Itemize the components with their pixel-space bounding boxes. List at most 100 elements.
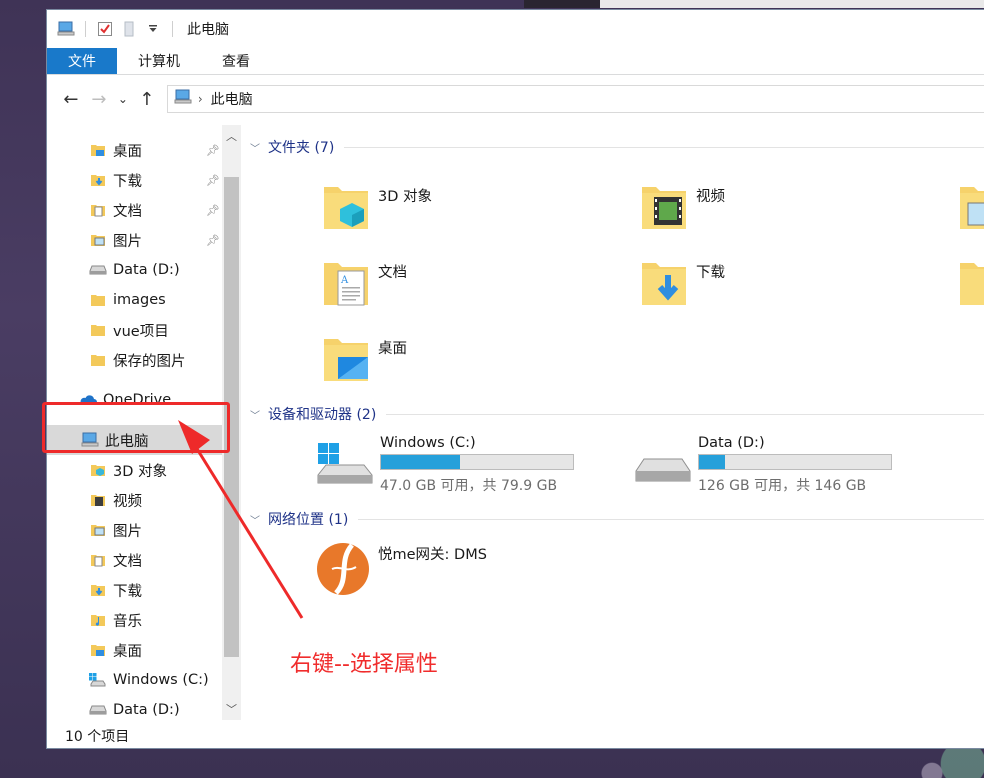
nav-item-downloads[interactable]: 下载 📌︎ — [47, 165, 222, 195]
drive-name: Data (D:) — [698, 435, 765, 451]
3d-objects-icon — [89, 461, 107, 479]
drive-usage-bar — [698, 454, 892, 470]
windows-drive-icon — [89, 671, 107, 689]
drive-tile-windows[interactable]: Windows (C:) 47.0 GB 可用，共 79.9 GB — [316, 435, 574, 495]
nav-item-label: images — [113, 292, 166, 308]
breadcrumb-this-pc[interactable]: 此电脑 — [211, 89, 253, 109]
tab-file[interactable]: 文件 — [47, 48, 117, 74]
nav-item-label: 保存的图片 — [113, 353, 186, 370]
group-header-network[interactable]: ﹀ 网络位置 (1) — [250, 509, 984, 529]
new-folder-icon[interactable] — [120, 20, 138, 38]
nav-item-label: 桌面 — [113, 143, 142, 160]
nav-item-saved-pictures[interactable]: 保存的图片 — [47, 345, 222, 375]
desktop-background-window — [600, 0, 984, 8]
pictures-folder-icon — [89, 521, 107, 539]
back-arrow-icon[interactable]: ← — [59, 87, 83, 111]
nav-item-label: 视频 — [113, 493, 142, 510]
annotation-text: 右键--选择属性 — [290, 652, 438, 677]
title-bar: 此电脑 — [47, 10, 984, 48]
nav-item-label: 图片 — [113, 523, 142, 540]
drive-icon — [89, 701, 107, 719]
properties-check-icon[interactable] — [96, 20, 114, 38]
drive-info: Data (D:) 126 GB 可用，共 146 GB — [698, 435, 892, 495]
drive-name: Windows (C:) — [380, 435, 476, 451]
nav-item-documents[interactable]: 文档 📌︎ — [47, 195, 222, 225]
folder-tile-onedrive-partial[interactable] — [958, 257, 984, 309]
nav-item-label: 文档 — [113, 553, 142, 570]
nav-item-vue-project[interactable]: vue项目 — [47, 315, 222, 345]
scroll-up-chevron-icon[interactable]: ︿ — [222, 127, 241, 145]
folder-tile-label: 3D 对象 — [378, 189, 432, 205]
documents-folder-icon — [89, 551, 107, 569]
nav-item-label: 桌面 — [113, 643, 142, 660]
drive-space-info: 126 GB 可用，共 146 GB — [698, 478, 867, 494]
network-tile-media-server[interactable]: 悦me网关: DMS — [316, 539, 487, 597]
pictures-folder-icon — [89, 231, 107, 249]
folder-tile-label: 视频 — [696, 189, 725, 205]
up-arrow-icon[interactable]: ↑ — [135, 87, 159, 111]
customize-toolbar-dropdown-icon[interactable] — [144, 20, 162, 38]
nav-item-windows-drive[interactable]: Windows (C:) — [47, 665, 222, 695]
svg-text:A: A — [340, 275, 349, 286]
tab-computer[interactable]: 计算机 — [117, 48, 201, 74]
recent-locations-chevron-icon[interactable]: ⌄ — [115, 87, 131, 111]
nav-item-desktop[interactable]: 桌面 📌︎ — [47, 135, 222, 165]
drive-icon — [89, 261, 107, 279]
toolbar-separator — [172, 21, 173, 37]
tab-view[interactable]: 查看 — [201, 48, 271, 74]
group-header-folders[interactable]: ﹀ 文件夹 (7) — [250, 137, 984, 157]
windows-drive-icon — [316, 443, 374, 487]
drive-tile-data[interactable]: Data (D:) 126 GB 可用，共 146 GB — [634, 435, 892, 495]
folder-tile-documents[interactable]: A 文档 — [322, 257, 407, 309]
file-explorer-window: 此电脑 文件 计算机 查看 ← → ⌄ ↑ › 此电脑 桌面 📌︎ 下载 📌︎ — [46, 9, 984, 749]
nav-item-label: 3D 对象 — [113, 463, 167, 480]
drive-usage-fill — [699, 455, 726, 469]
pin-icon[interactable]: 📌︎ — [206, 204, 220, 217]
nav-item-data-drive[interactable]: Data (D:) — [47, 255, 222, 285]
videos-folder-icon — [640, 181, 688, 233]
address-bar[interactable]: › 此电脑 — [166, 85, 984, 113]
drive-icon — [634, 443, 692, 487]
group-header-drives[interactable]: ﹀ 设备和驱动器 (2) — [250, 404, 984, 424]
breadcrumb-chevron-icon[interactable]: › — [198, 92, 203, 106]
nav-item-label: 下载 — [113, 583, 142, 600]
forward-arrow-icon[interactable]: → — [87, 87, 111, 111]
pin-icon[interactable]: 📌︎ — [206, 144, 220, 157]
folder-tile-label: 下载 — [696, 265, 725, 281]
nav-item-desktop-2[interactable]: 桌面 — [47, 635, 222, 665]
group-divider — [386, 413, 984, 415]
downloads-folder-icon — [89, 581, 107, 599]
folder-tile-videos[interactable]: 视频 — [640, 181, 725, 233]
pictures-folder-icon — [958, 181, 984, 233]
drive-usage-fill — [381, 455, 461, 469]
nav-item-pictures[interactable]: 图片 📌︎ — [47, 225, 222, 255]
desktop-background-strip — [524, 0, 600, 8]
item-count: 10 个项目 — [65, 729, 130, 745]
folder-icon — [89, 321, 107, 339]
nav-item-images[interactable]: images — [47, 285, 222, 315]
collapse-chevron-icon[interactable]: ﹀ — [250, 140, 260, 155]
desktop-folder-icon — [89, 641, 107, 659]
pin-icon[interactable]: 📌︎ — [206, 234, 220, 247]
documents-folder-icon — [89, 201, 107, 219]
nav-item-data-drive-2[interactable]: Data (D:) — [47, 695, 222, 725]
folder-tile-downloads[interactable]: 下载 — [640, 257, 725, 309]
folder-tile-desktop[interactable]: 桌面 — [322, 333, 407, 385]
nav-item-label: Data (D:) — [113, 262, 180, 278]
this-pc-icon[interactable] — [57, 20, 75, 38]
downloads-folder-icon — [89, 171, 107, 189]
scroll-down-chevron-icon[interactable]: ﹀ — [222, 700, 241, 718]
nav-item-label: vue项目 — [113, 323, 169, 340]
folder-tile-3d-objects[interactable]: 3D 对象 — [322, 181, 432, 233]
toolbar-separator — [85, 21, 86, 37]
group-divider — [358, 518, 984, 520]
network-tile-label: 悦me网关: DMS — [378, 547, 487, 563]
ribbon-tabs: 文件 计算机 查看 — [47, 48, 984, 75]
this-pc-icon — [174, 89, 192, 109]
group-header-label: 文件夹 (7) — [268, 140, 335, 156]
desktop-folder-icon — [322, 333, 370, 385]
network-media-server-icon — [316, 539, 370, 597]
pin-icon[interactable]: 📌︎ — [206, 174, 220, 187]
group-divider — [344, 146, 984, 148]
folder-tile-pictures-partial[interactable] — [958, 181, 984, 233]
